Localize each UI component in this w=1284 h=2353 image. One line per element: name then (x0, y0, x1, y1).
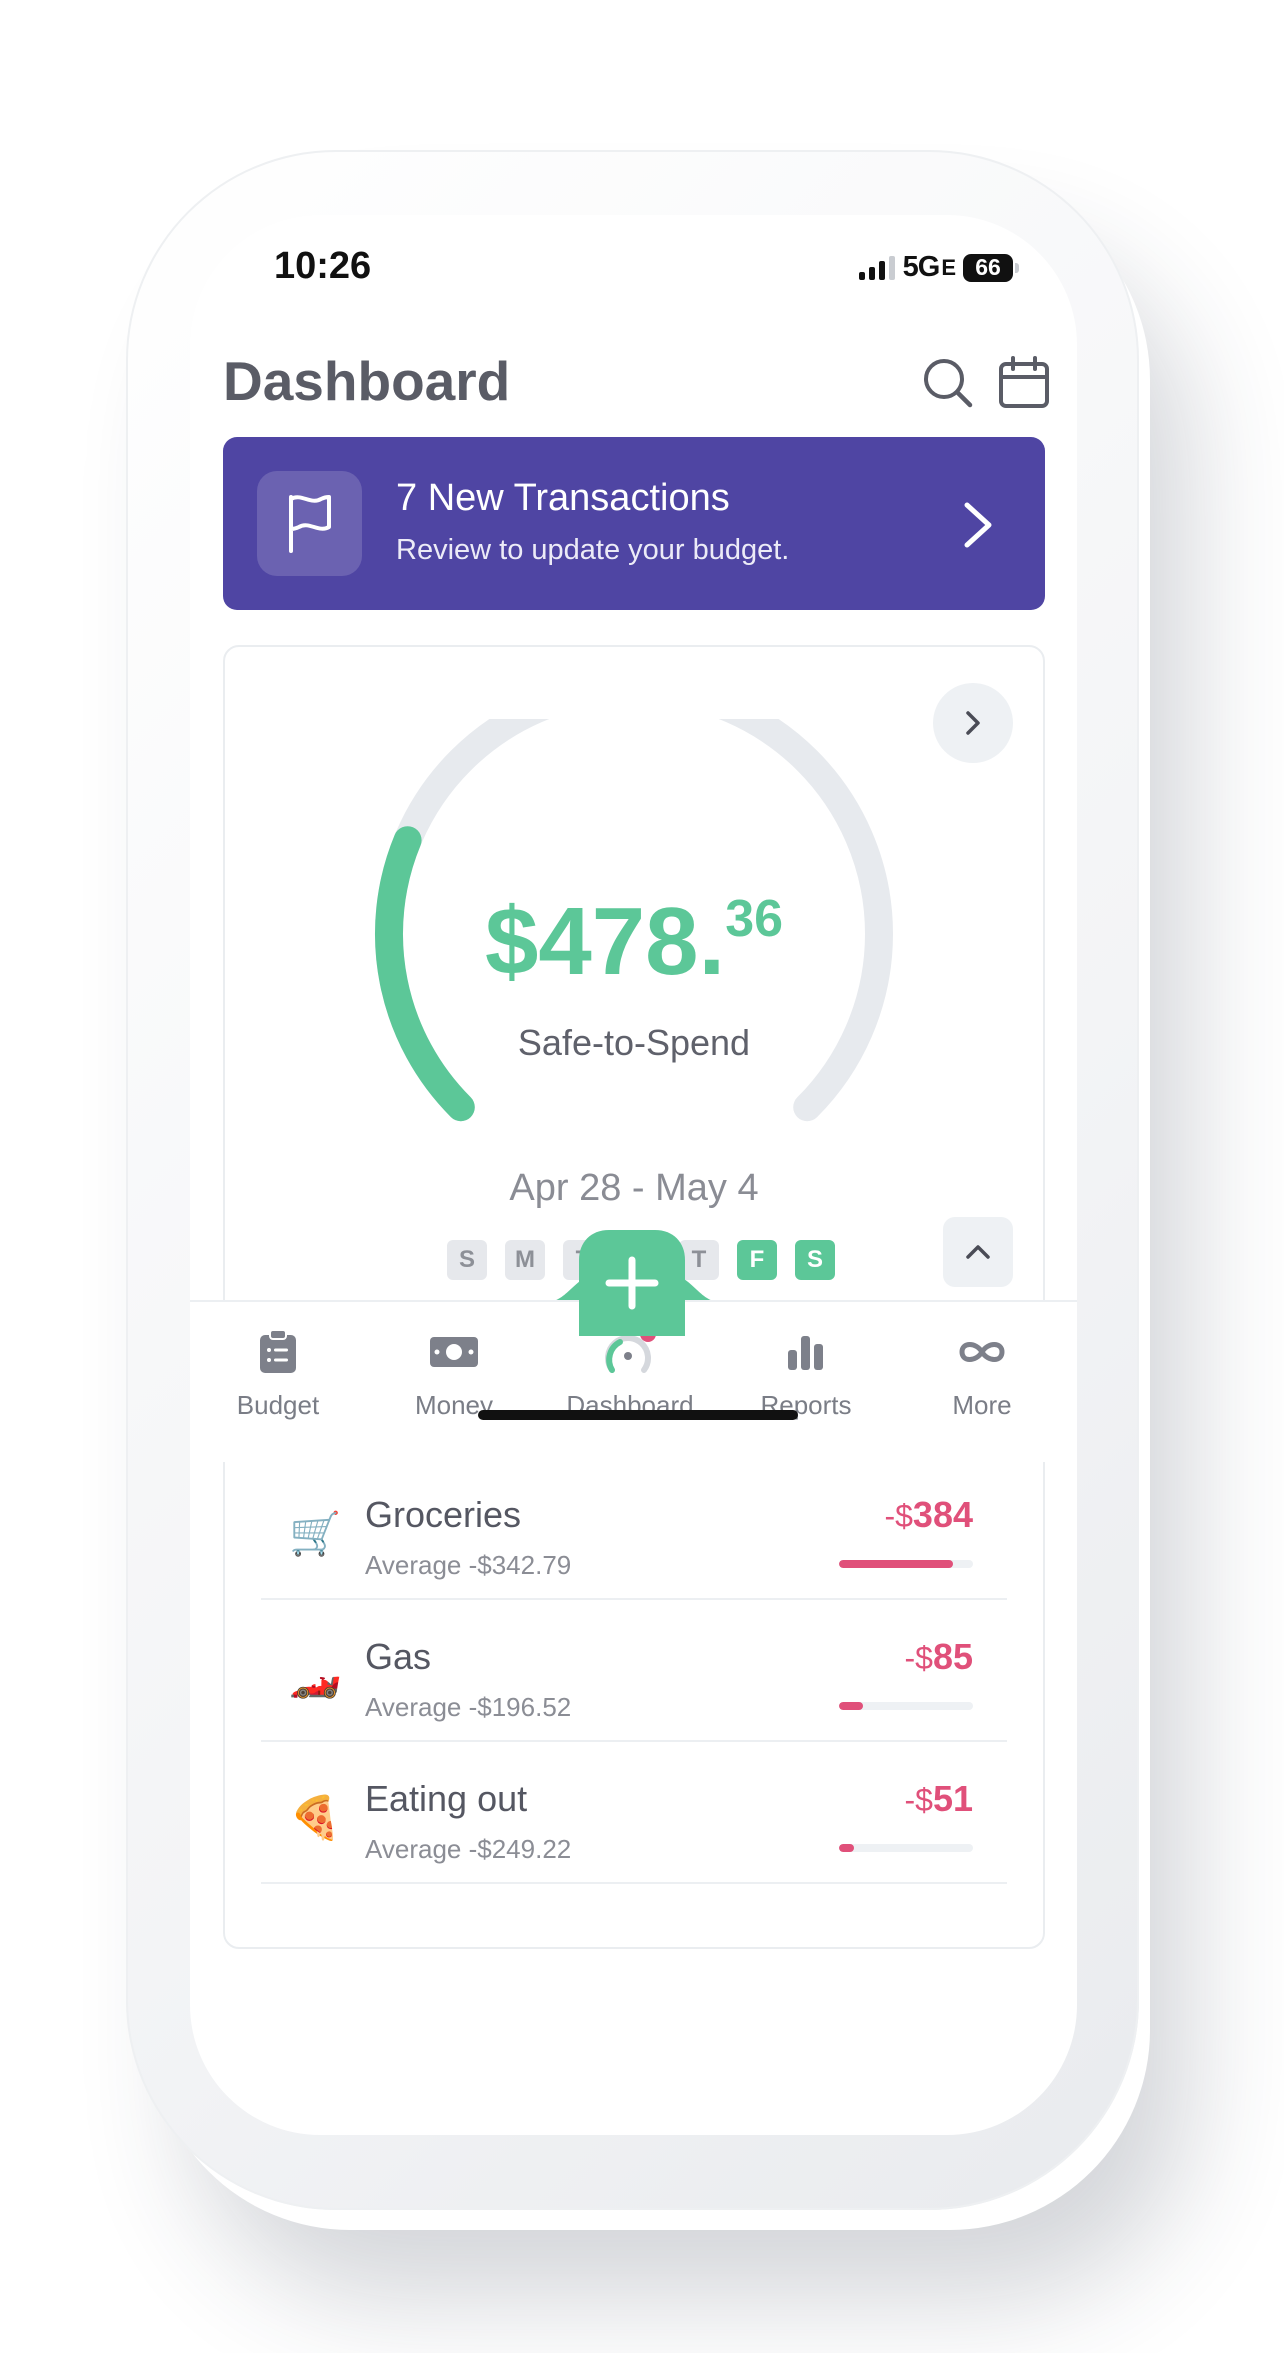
category-name: Groceries (365, 1494, 522, 1535)
infinity-icon (959, 1342, 1005, 1362)
bar-chart-icon (788, 1336, 823, 1370)
category-emoji: 🛒 (289, 1510, 342, 1557)
progress-fill (839, 1560, 953, 1568)
tab-budget[interactable]: Budget (190, 1322, 366, 1421)
category-progress-bar (839, 1560, 973, 1568)
amount-dollars: $478. (484, 888, 726, 995)
chevron-right-icon (966, 711, 980, 735)
tab-dashboard[interactable]: Dashboard (542, 1322, 718, 1421)
tab-label: Budget (236, 1390, 320, 1420)
amount-value: 384 (912, 1494, 973, 1535)
category-row[interactable]: 🏎️ Gas Average -$196.52 -$85 (261, 1600, 1007, 1742)
home-indicator (478, 1410, 798, 1420)
collapse-button[interactable] (943, 1217, 1013, 1287)
category-name: Gas (365, 1636, 432, 1677)
category-row[interactable]: 🍕 Eating out Average -$249.22 -$51 (261, 1742, 1007, 1884)
category-average: Average -$196.52 (365, 1692, 572, 1722)
category-amount: -$384 (884, 1494, 973, 1536)
details-button[interactable] (933, 683, 1013, 763)
category-emoji: 🍕 (289, 1794, 342, 1841)
chevron-up-icon (966, 1245, 990, 1259)
category-name: Eating out (365, 1778, 528, 1819)
amount-value: 51 (932, 1778, 973, 1819)
status-indicators: 5G E 66 (858, 251, 1019, 284)
add-transaction-button[interactable] (579, 1230, 685, 1336)
amount-prefix: -$ (904, 1782, 933, 1818)
new-transactions-banner[interactable]: 7 New Transactions Review to update your… (223, 437, 1045, 610)
cash-icon (430, 1337, 478, 1367)
day-chip: S (447, 1240, 487, 1280)
day-chip: M (505, 1240, 545, 1280)
category-emoji: 🏎️ (289, 1652, 342, 1699)
tab-more[interactable]: More (894, 1322, 1070, 1421)
banner-subtitle: Review to update your budget. (396, 534, 790, 566)
page-title: Dashboard (223, 350, 511, 412)
day-chip: F (737, 1240, 777, 1280)
amount-prefix: -$ (904, 1640, 933, 1676)
category-progress-bar (839, 1702, 973, 1710)
category-average: Average -$249.22 (365, 1834, 572, 1864)
status-time: 10:26 (274, 245, 372, 287)
tab-label: More (952, 1390, 1012, 1420)
safe-to-spend-amount: $478.36 (225, 887, 1043, 997)
category-progress-bar (839, 1844, 973, 1852)
amount-value: 85 (932, 1636, 973, 1677)
progress-fill (839, 1844, 854, 1852)
clipboard-icon (260, 1329, 296, 1373)
row-divider (261, 1882, 1007, 1884)
tab-money[interactable]: Money (366, 1322, 542, 1421)
chevron-right-icon (964, 502, 992, 548)
signal-icon (858, 255, 895, 280)
safe-to-spend-label: Safe-to-Spend (517, 1022, 751, 1063)
network-suffix: E (941, 254, 956, 280)
calendar-icon[interactable] (996, 355, 1052, 411)
category-row[interactable]: 🛒 Groceries Average -$342.79 -$384 (261, 1458, 1007, 1600)
search-icon[interactable] (920, 355, 976, 411)
progress-fill (839, 1702, 864, 1710)
date-range: Apr 28 - May 4 (509, 1167, 759, 1209)
category-average: Average -$342.79 (365, 1550, 572, 1580)
amount-cents: 36 (725, 890, 784, 948)
day-chip: S (795, 1240, 835, 1280)
network-type: 5G (902, 251, 941, 283)
tab-reports[interactable]: Reports (718, 1322, 894, 1421)
amount-prefix: -$ (884, 1498, 913, 1534)
category-amount: -$85 (905, 1636, 974, 1678)
battery-icon: 66 (963, 253, 1019, 282)
flag-icon (289, 495, 331, 553)
category-amount: -$51 (905, 1778, 974, 1820)
phone-screen: 10:26 5G E 66 Dashboard 7 New Transaction… (190, 215, 1077, 2135)
banner-title: 7 New Transactions (396, 477, 730, 519)
plus-icon (579, 1230, 685, 1336)
flag-icon-container (257, 471, 362, 576)
